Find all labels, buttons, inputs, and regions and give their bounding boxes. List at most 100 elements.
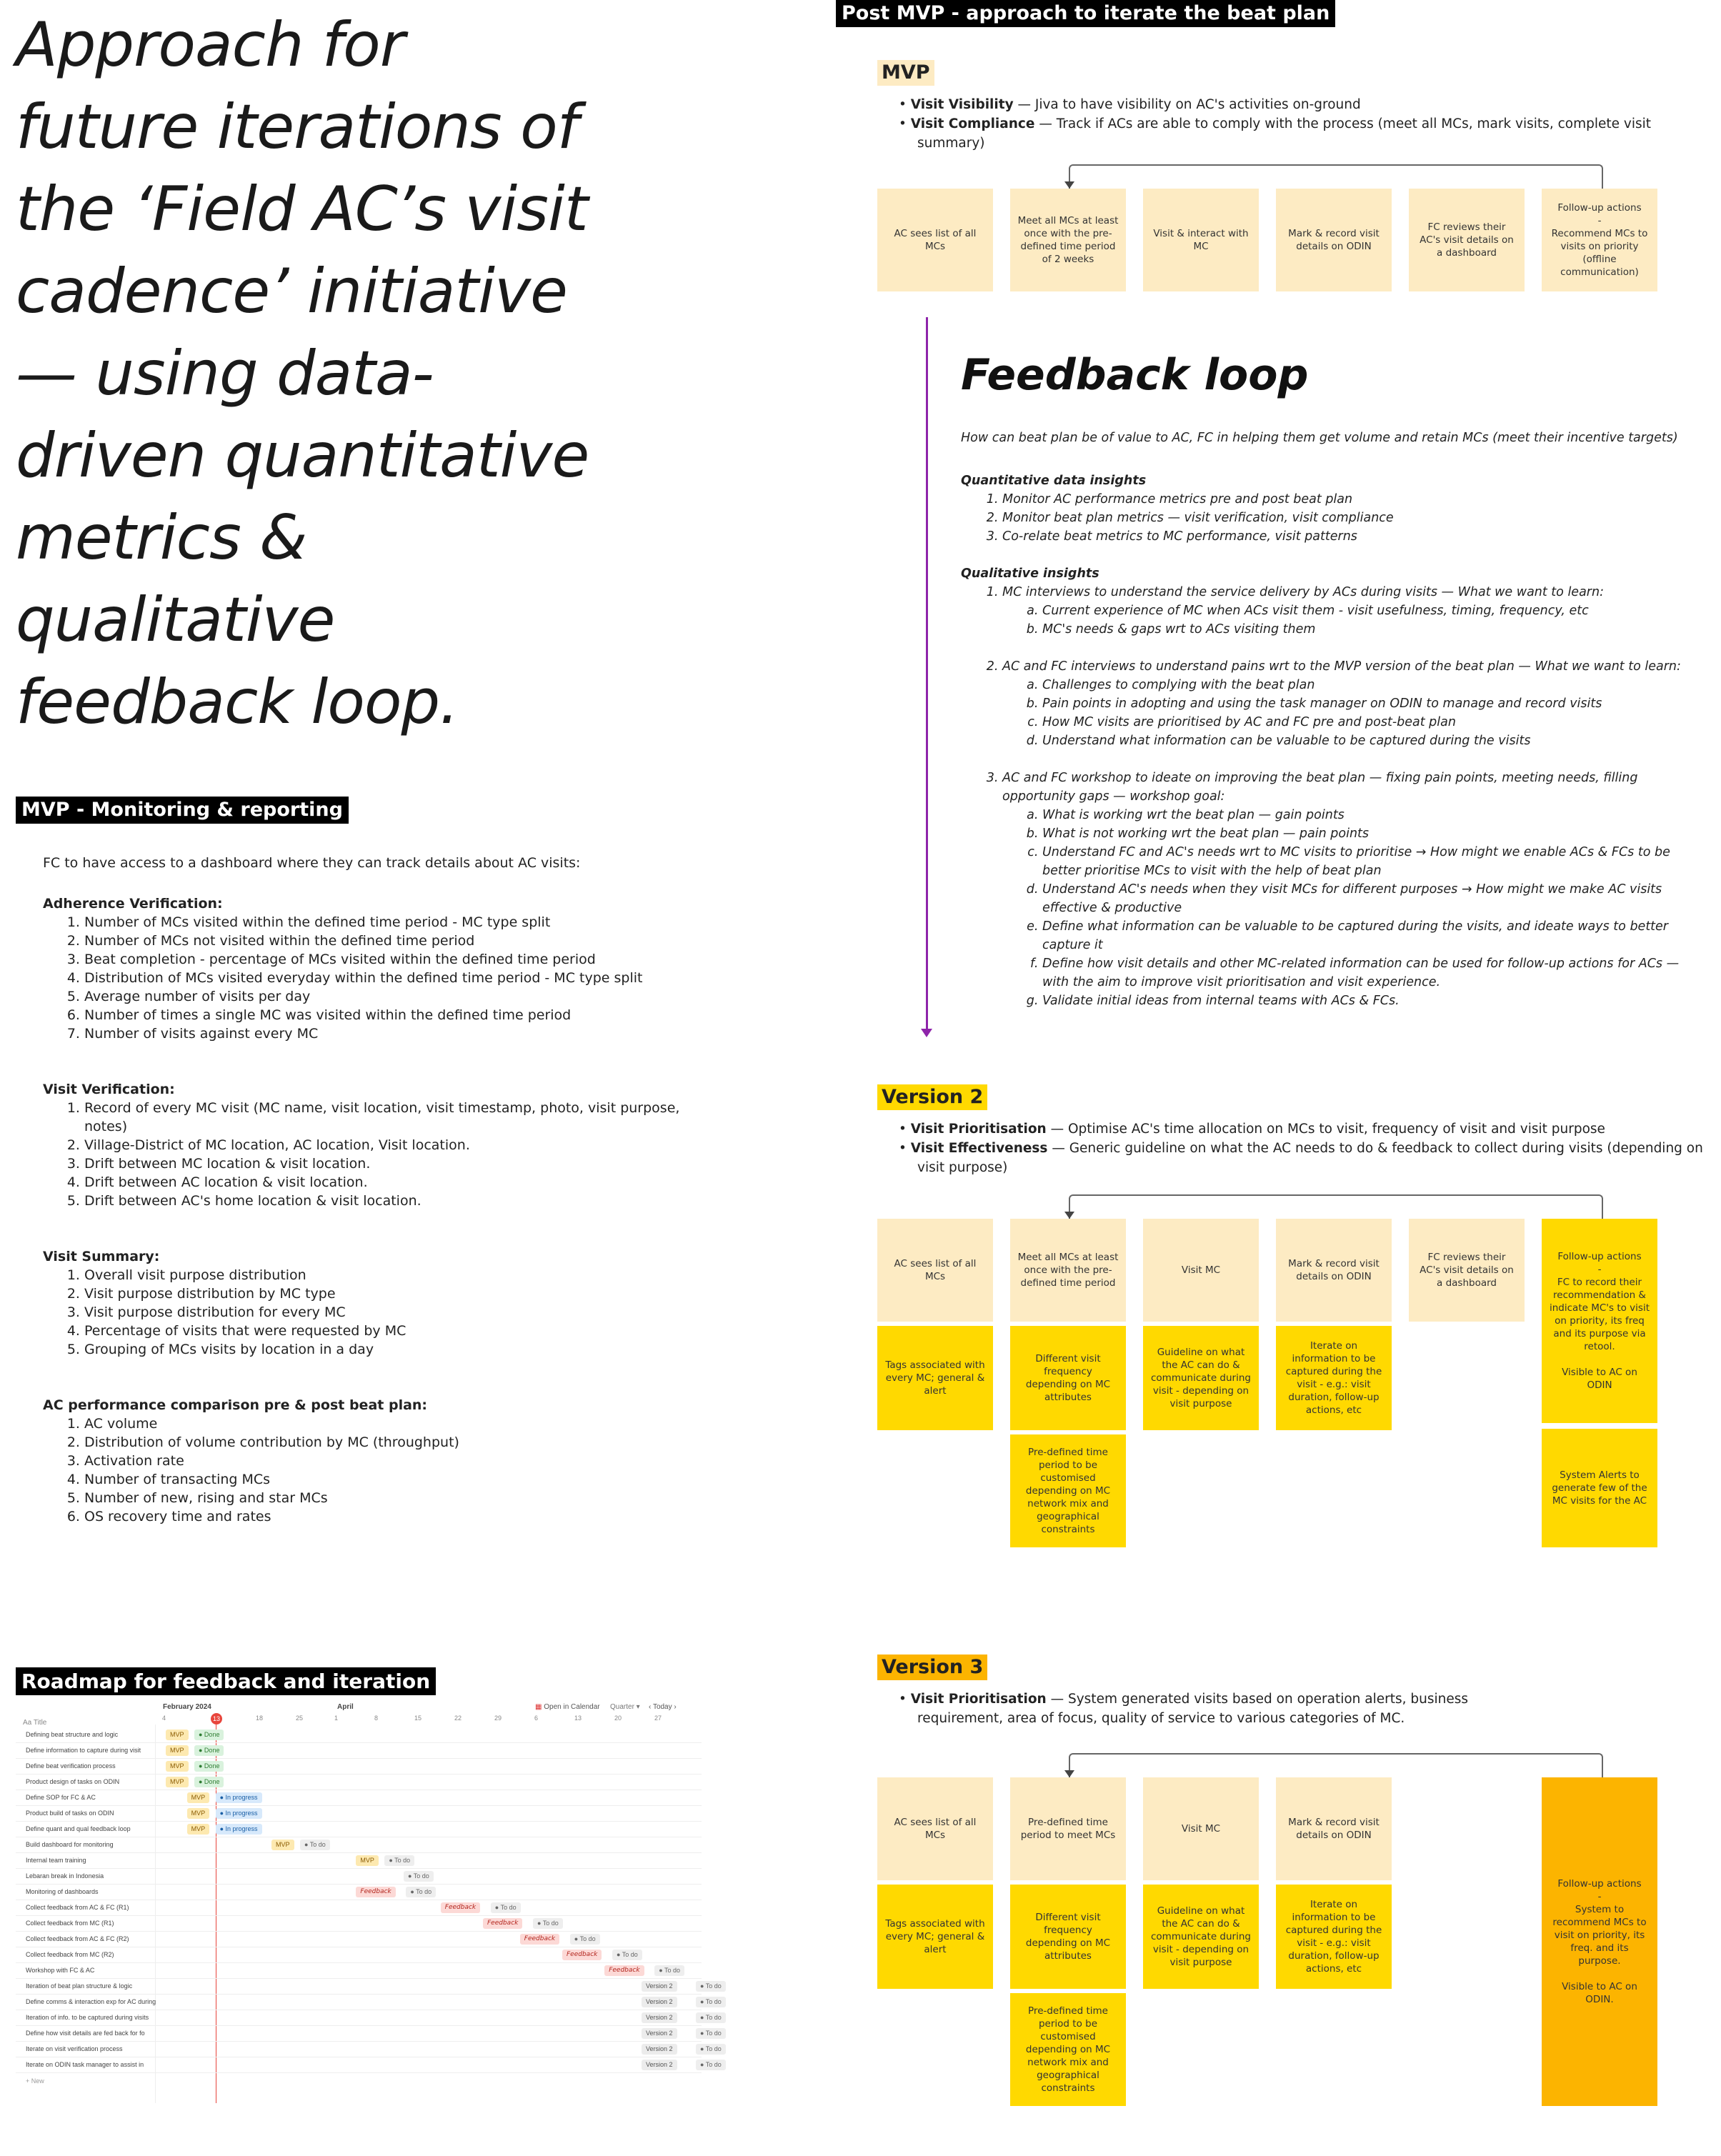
monitoring-item: Number of transacting MCs <box>84 1470 686 1489</box>
roadmap-row[interactable]: Define how visit details are fed back fo… <box>16 2026 726 2042</box>
roadmap-row[interactable]: Iteration of beat plan structure & logic… <box>16 1979 726 1995</box>
roadmap-row[interactable]: Collect feedback from MC (R2) Feedback ● T… <box>16 1947 702 1963</box>
roadmap-row[interactable]: Define beat verification process MVP ● Don… <box>16 1759 702 1775</box>
roadmap-row[interactable]: Define comms & interaction exp for AC du… <box>16 1995 726 2010</box>
phase-tag: MVP <box>166 1761 189 1772</box>
monitoring-header: MVP - Monitoring & reporting <box>16 797 349 824</box>
roadmap-row-title: Collect feedback from MC (R2) <box>26 1951 114 1958</box>
monitoring-item: Percentage of visits that were requested… <box>84 1322 686 1340</box>
sticky-note: Meet all MCs at least once with the pre-… <box>1010 189 1126 291</box>
roadmap-row[interactable]: Iterate on visit verification process Ver… <box>16 2042 726 2057</box>
roadmap-row[interactable]: Workshop with FC & AC Feedback ● To do <box>16 1963 702 1979</box>
monitoring-item: Number of new, rising and star MCs <box>84 1489 686 1507</box>
sticky-note: Visit MC <box>1143 1777 1259 1880</box>
version3-bullets: • Visit Prioritisation — System generate… <box>886 1690 1557 1728</box>
monitoring-item: Beat completion - percentage of MCs visi… <box>84 950 686 969</box>
roadmap-row[interactable]: Internal team training MVP ● To do <box>16 1853 702 1869</box>
roadmap-row[interactable]: Build dashboard for monitoring MVP ● To do <box>16 1837 702 1853</box>
today-button[interactable]: ‹ Today › <box>649 1703 677 1711</box>
roadmap-row[interactable]: Collect feedback from AC & FC (R2) Feedba… <box>16 1932 702 1947</box>
phase-tag: Version 2 <box>642 2012 677 2023</box>
monitoring-item: Drift between MC location & visit locati… <box>84 1154 686 1173</box>
sticky-note: Mark & record visit details on ODIN <box>1276 1219 1392 1322</box>
status-badge: ● Done <box>194 1761 224 1772</box>
bullet-bold: Visit Effectiveness <box>910 1141 1048 1156</box>
status-badge: ● To do <box>404 1871 434 1882</box>
day-tick: 1 <box>334 1715 339 1722</box>
sticky-note: System Alerts to generate few of the MC … <box>1542 1429 1657 1547</box>
roadmap-row[interactable]: Collect feedback from MC (R1) Feedback ● T… <box>16 1916 702 1932</box>
roadmap-row-title: Iterate on ODIN task manager to assist i… <box>26 2061 144 2068</box>
roadmap-row[interactable]: Define SOP for FC & AC MVP ● In progress <box>16 1790 702 1806</box>
sticky-note: Mark & record visit details on ODIN <box>1276 189 1392 291</box>
monitoring-item: OS recovery time and rates <box>84 1507 686 1526</box>
phase-tag: Feedback <box>519 1934 560 1945</box>
sticky-note: Visit & interact with MC <box>1143 189 1259 291</box>
monitoring-list: Number of MCs visited within the defined… <box>43 913 686 1043</box>
title-column-header: Aa Title <box>23 1719 47 1727</box>
day-tick: 13 <box>574 1715 582 1722</box>
qual-subitem: Define what information can be valuable … <box>1042 917 1690 954</box>
monitoring-item: Village-District of MC location, AC loca… <box>84 1136 686 1154</box>
roadmap-row[interactable]: Collect feedback from AC & FC (R1) Feedba… <box>16 1900 702 1916</box>
roadmap-row-title: Iteration of info. to be captured during… <box>26 2014 149 2021</box>
phase-tag: Feedback <box>604 1965 644 1976</box>
monitoring-item: Distribution of volume contribution by M… <box>84 1433 686 1452</box>
quant-item: Monitor beat plan metrics — visit verifi… <box>1002 509 1690 527</box>
roadmap-row-title: Internal team training <box>26 1857 86 1864</box>
version2-bullets: • Visit Prioritisation — Optimise AC's t… <box>886 1119 1718 1177</box>
phase-tag: MVP <box>356 1855 379 1866</box>
qual-subitem: Understand AC's needs when they visit MC… <box>1042 880 1690 917</box>
roadmap-row[interactable]: Lebaran break in Indonesia ● To do <box>16 1869 702 1885</box>
qual-item: AC and FC interviews to understand pains… <box>1002 657 1690 750</box>
sticky-note: Different visit frequency depending on M… <box>1010 1885 1126 1989</box>
phase-tag: Version 2 <box>642 2060 677 2070</box>
monitoring-item: Number of MCs visited within the defined… <box>84 913 686 932</box>
phase-tag: Version 2 <box>642 1997 677 2007</box>
feedback-title: Feedback loop <box>961 350 1309 400</box>
status-badge: ● To do <box>300 1840 330 1850</box>
sticky-note: Mark & record visit details on ODIN <box>1276 1777 1392 1880</box>
monitoring-item: Visit purpose distribution for every MC <box>84 1303 686 1322</box>
quant-title: Quantitative data insights <box>961 474 1147 488</box>
sticky-note: FC reviews their AC's visit details on a… <box>1409 1219 1525 1322</box>
qual-subitem: What is working wrt the beat plan — gain… <box>1042 806 1690 824</box>
phase-tag: Version 2 <box>642 2044 677 2055</box>
roadmap-row[interactable]: Define quant and qual feedback loop MVP ● … <box>16 1822 702 1837</box>
quarter-label: Quarter <box>610 1703 634 1711</box>
day-tick: 25 <box>296 1715 304 1722</box>
roadmap-row-title: Collect feedback from AC & FC (R1) <box>26 1904 129 1911</box>
roadmap-row[interactable]: Iterate on ODIN task manager to assist i… <box>16 2057 726 2073</box>
sticky-note: Follow-up actions - FC to record their r… <box>1542 1219 1657 1423</box>
new-row-button[interactable]: + New <box>26 2077 44 2085</box>
roadmap-row-title: Define how visit details are fed back fo… <box>26 2030 145 2037</box>
roadmap-row[interactable]: Product build of tasks on ODIN MVP ● In pr… <box>16 1806 702 1822</box>
monitoring-item: Number of times a single MC was visited … <box>84 1006 686 1024</box>
day-tick: 6 <box>534 1715 539 1722</box>
sticky-note: Visit MC <box>1143 1219 1259 1322</box>
monitoring-item: Average number of visits per day <box>84 987 686 1006</box>
day-tick: 15 <box>414 1715 422 1722</box>
bullet-bold: Visit Visibility <box>910 97 1014 112</box>
sticky-note: Iterate on information to be captured du… <box>1276 1885 1392 1989</box>
roadmap-row[interactable]: Iteration of info. to be captured during… <box>16 2010 726 2026</box>
monitoring-intro: FC to have access to a dashboard where t… <box>43 855 581 871</box>
monitoring-sections: Adherence Verification:Number of MCs vis… <box>43 894 686 1526</box>
roadmap-row[interactable]: Define information to capture during vis… <box>16 1743 702 1759</box>
phase-tag: MVP <box>271 1840 294 1850</box>
quarter-select[interactable]: Quarter ▾ <box>610 1703 640 1711</box>
feedback-arrow-line <box>926 317 928 1033</box>
monitoring-item: Visit purpose distribution by MC type <box>84 1284 686 1303</box>
sticky-note: Guideline on what the AC can do & commun… <box>1143 1326 1259 1430</box>
roadmap-row[interactable]: Monitoring of dashboards Feedback ● To do <box>16 1885 702 1900</box>
bullet-bold: Visit Prioritisation <box>910 1122 1047 1137</box>
monitoring-section-title: AC performance comparison pre & post bea… <box>43 1397 428 1413</box>
qual-subitem: Understand FC and AC's needs wrt to MC v… <box>1042 843 1690 880</box>
roadmap-row[interactable]: Product design of tasks on ODIN MVP ● Done <box>16 1775 702 1790</box>
day-tick: 29 <box>494 1715 502 1722</box>
status-badge: ● To do <box>696 2012 726 2023</box>
qual-item: MC interviews to understand the service … <box>1002 583 1690 639</box>
roadmap-row[interactable]: Defining beat structure and logic MVP ● Do… <box>16 1727 702 1743</box>
open-calendar-button[interactable]: ▦ Open in Calendar <box>535 1703 600 1711</box>
sticky-note: Tags associated with every MC; general &… <box>877 1326 993 1430</box>
